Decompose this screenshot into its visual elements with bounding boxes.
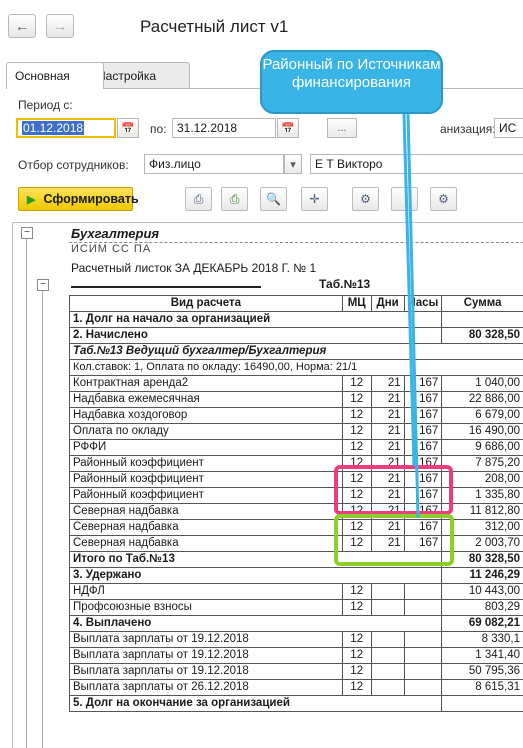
tab-main[interactable]: Основная	[6, 62, 104, 89]
callout-bubble: Районный по Источникам финансирования	[260, 50, 443, 114]
tab-main-label: Основная	[15, 69, 70, 83]
callout-arrows	[0, 0, 523, 747]
